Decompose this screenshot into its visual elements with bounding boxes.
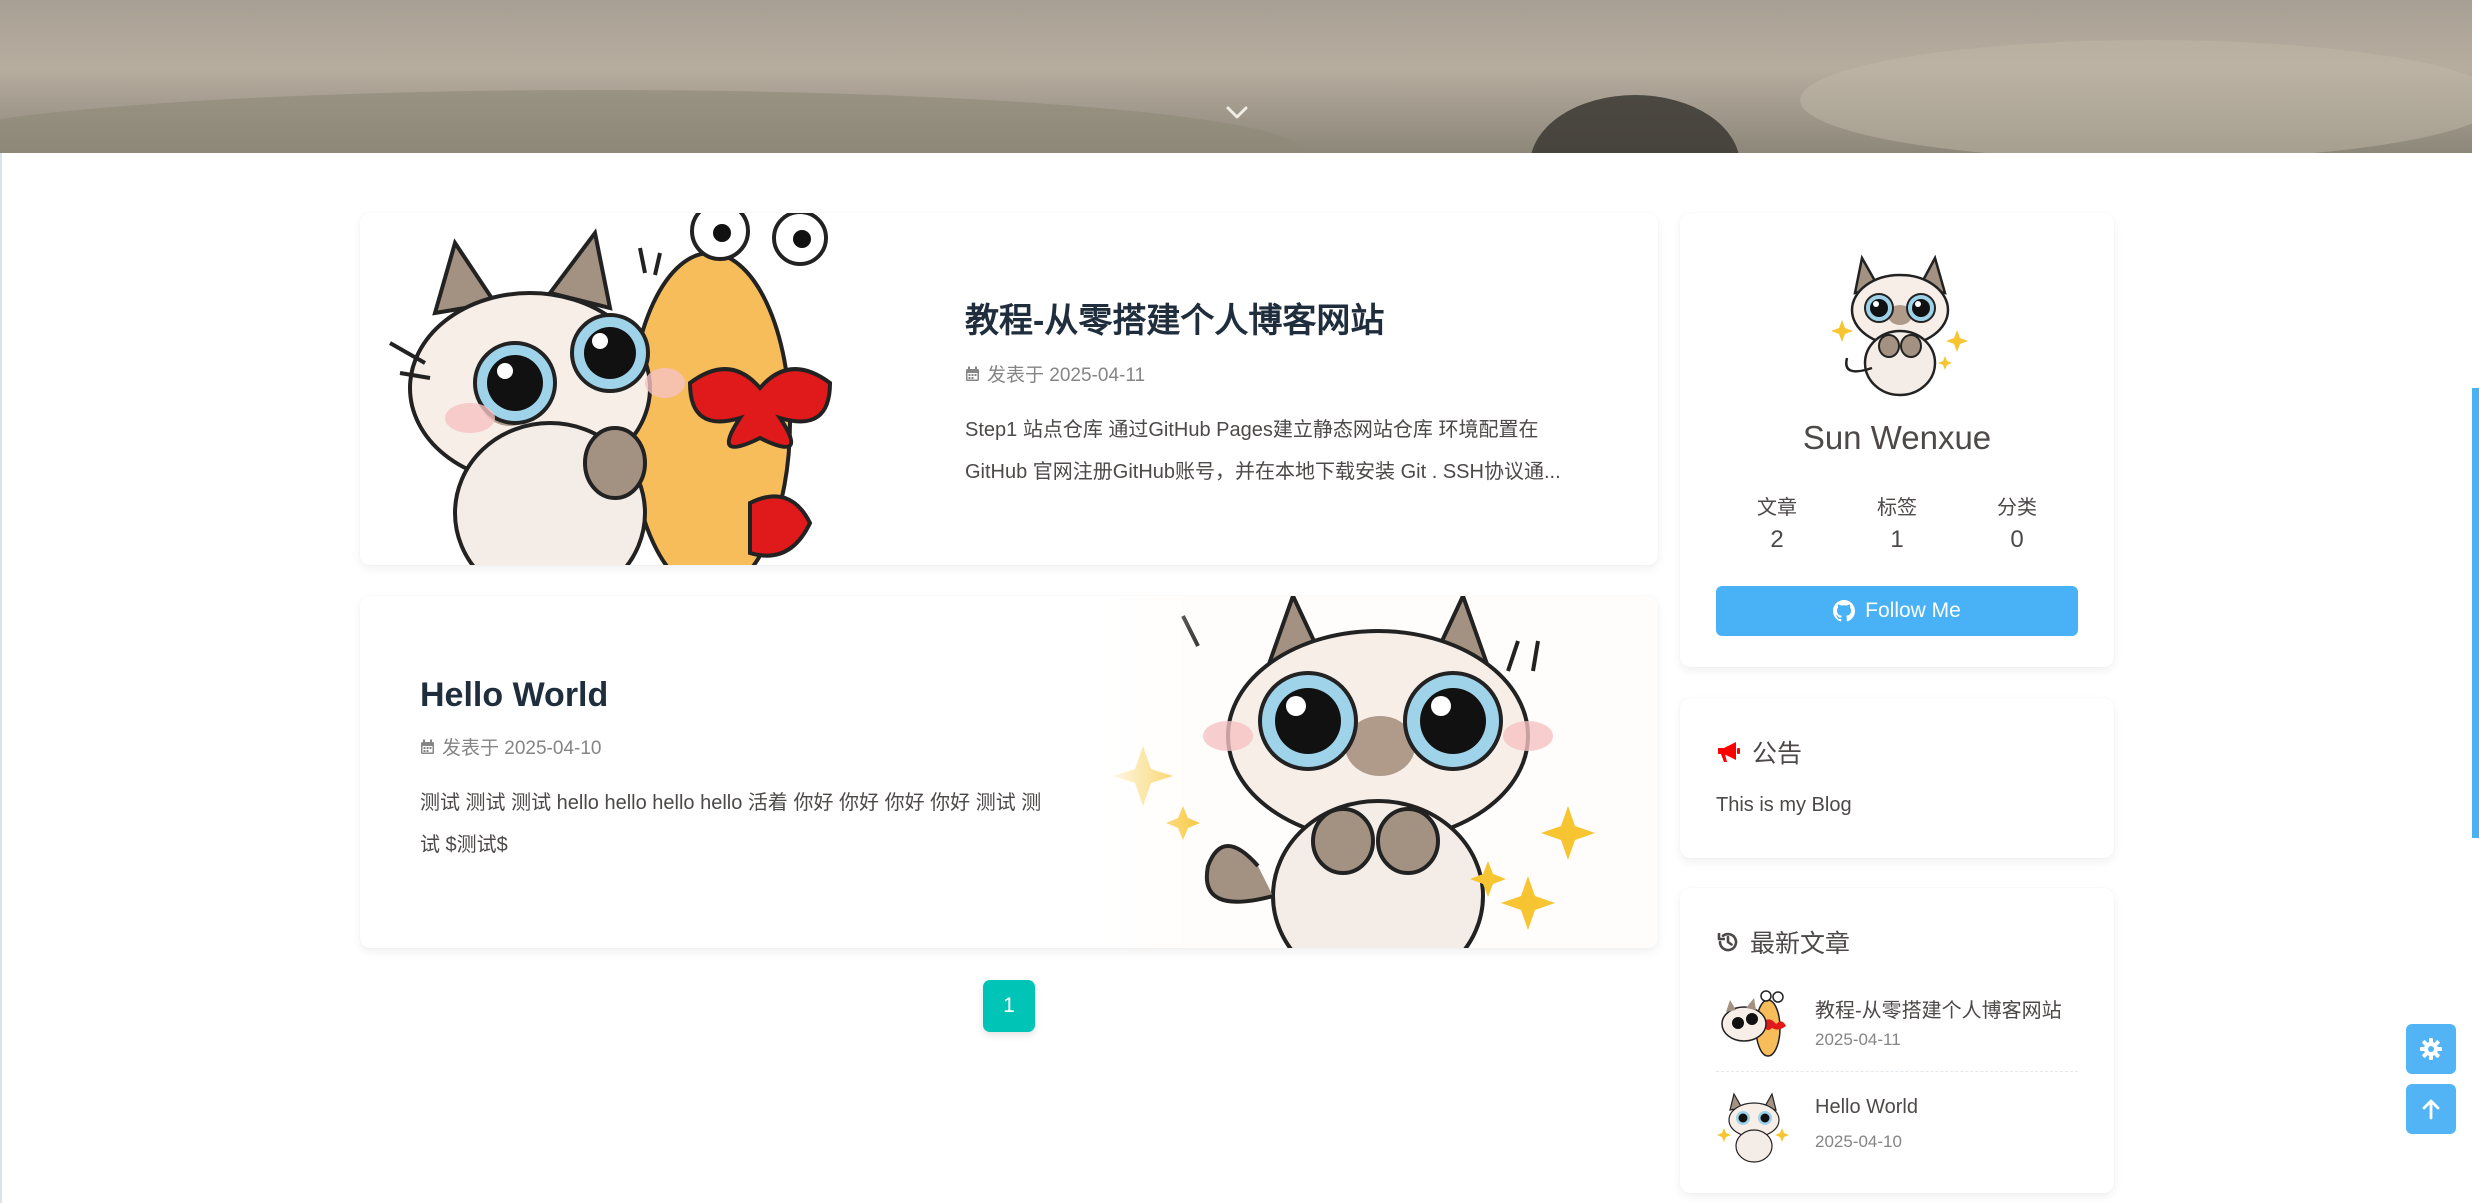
recent-posts-header: 最新文章 [1716,924,1850,960]
stat-value: 1 [1890,526,1904,553]
github-icon [1833,600,1856,622]
cat-with-doll-illustration [360,213,920,565]
post-date: 发表于 2025-04-10 [442,738,602,759]
stat-articles[interactable]: 文章 2 [1717,491,1837,554]
recent-posts-card: 最新文章 教程-从零搭建个人博客网站 2025-04-11 Hello Worl… [1680,888,2114,1193]
hero-banner [0,0,2472,153]
stat-value: 0 [2010,526,2024,553]
calendar-icon [421,739,434,754]
post-cover-image[interactable] [1098,596,1658,948]
pagination-current-page[interactable]: 1 [983,980,1035,1032]
post-meta: 发表于 2025-04-10 [420,733,1060,760]
recent-post-thumbnail[interactable] [1716,1088,1792,1164]
follow-me-button[interactable]: Follow Me [1716,586,2078,636]
announcement-text: This is my Blog [1716,794,1852,816]
calendar-icon [966,366,979,381]
author-name: Sun Wenxue [1802,419,1992,456]
recent-post-date: 2025-04-10 [1815,1132,1902,1151]
bullhorn-icon [1718,742,1740,762]
author-stats: 文章 2 标签 1 分类 0 [1680,491,2114,554]
stat-tags[interactable]: 标签 1 [1837,491,1957,554]
recent-post-thumbnail[interactable] [1716,986,1792,1062]
back-to-top-button[interactable] [2406,1084,2456,1134]
post-meta: 发表于 2025-04-11 [965,360,1605,387]
recent-post-date: 2025-04-11 [1815,1030,1901,1049]
announcement-title: 公告 [1752,740,1803,768]
stat-value: 2 [1770,526,1784,553]
settings-button[interactable] [2406,1024,2456,1074]
post-excerpt: 测试 测试 测试 hello hello hello hello 活着 你好 你… [420,792,1042,856]
post-date: 发表于 2025-04-11 [987,365,1146,386]
history-icon [1717,932,1738,952]
scrollbar[interactable] [2472,388,2479,838]
follow-label: Follow Me [1865,599,1961,622]
recent-posts-title: 最新文章 [1750,930,1851,958]
post-title[interactable]: Hello World [420,676,1060,715]
cat-sparkles-illustration [1098,596,1658,948]
recent-post-title[interactable]: 教程-从零搭建个人博客网站 [1815,994,2062,1023]
arrow-up-icon [2422,1099,2440,1120]
avatar[interactable] [1827,248,1972,398]
recent-post-item[interactable]: 教程-从零搭建个人博客网站 2025-04-11 [1716,986,2078,1066]
announcement-header: 公告 [1716,734,1802,770]
post-card[interactable]: Hello World 发表于 2025-04-10 测试 测试 测试 hell… [360,596,1658,948]
post-title[interactable]: 教程-从零搭建个人博客网站 [965,293,1605,342]
post-excerpt: Step1 站点仓库 通过GitHub Pages建立静态网站仓库 环境配置在 … [965,419,1561,483]
stat-label: 文章 [1757,497,1797,519]
stat-categories[interactable]: 分类 0 [1957,491,2077,554]
gear-icon [2420,1038,2442,1060]
stat-label: 分类 [1997,497,2037,519]
chevron-down-icon[interactable] [1222,98,1252,128]
announcement-card: 公告 This is my Blog [1680,698,2114,858]
author-card: Sun Wenxue 文章 2 标签 1 分类 0 Follow Me [1680,213,2114,667]
post-cover-image[interactable] [360,213,920,565]
page-edge [0,153,2,1203]
stat-label: 标签 [1877,497,1917,519]
post-card[interactable]: 教程-从零搭建个人博客网站 发表于 2025-04-11 Step1 站点仓库 … [360,213,1658,565]
recent-post-title[interactable]: Hello World [1815,1096,1918,1119]
recent-post-item[interactable]: Hello World 2025-04-10 [1716,1088,2078,1168]
divider [1716,1071,2078,1072]
